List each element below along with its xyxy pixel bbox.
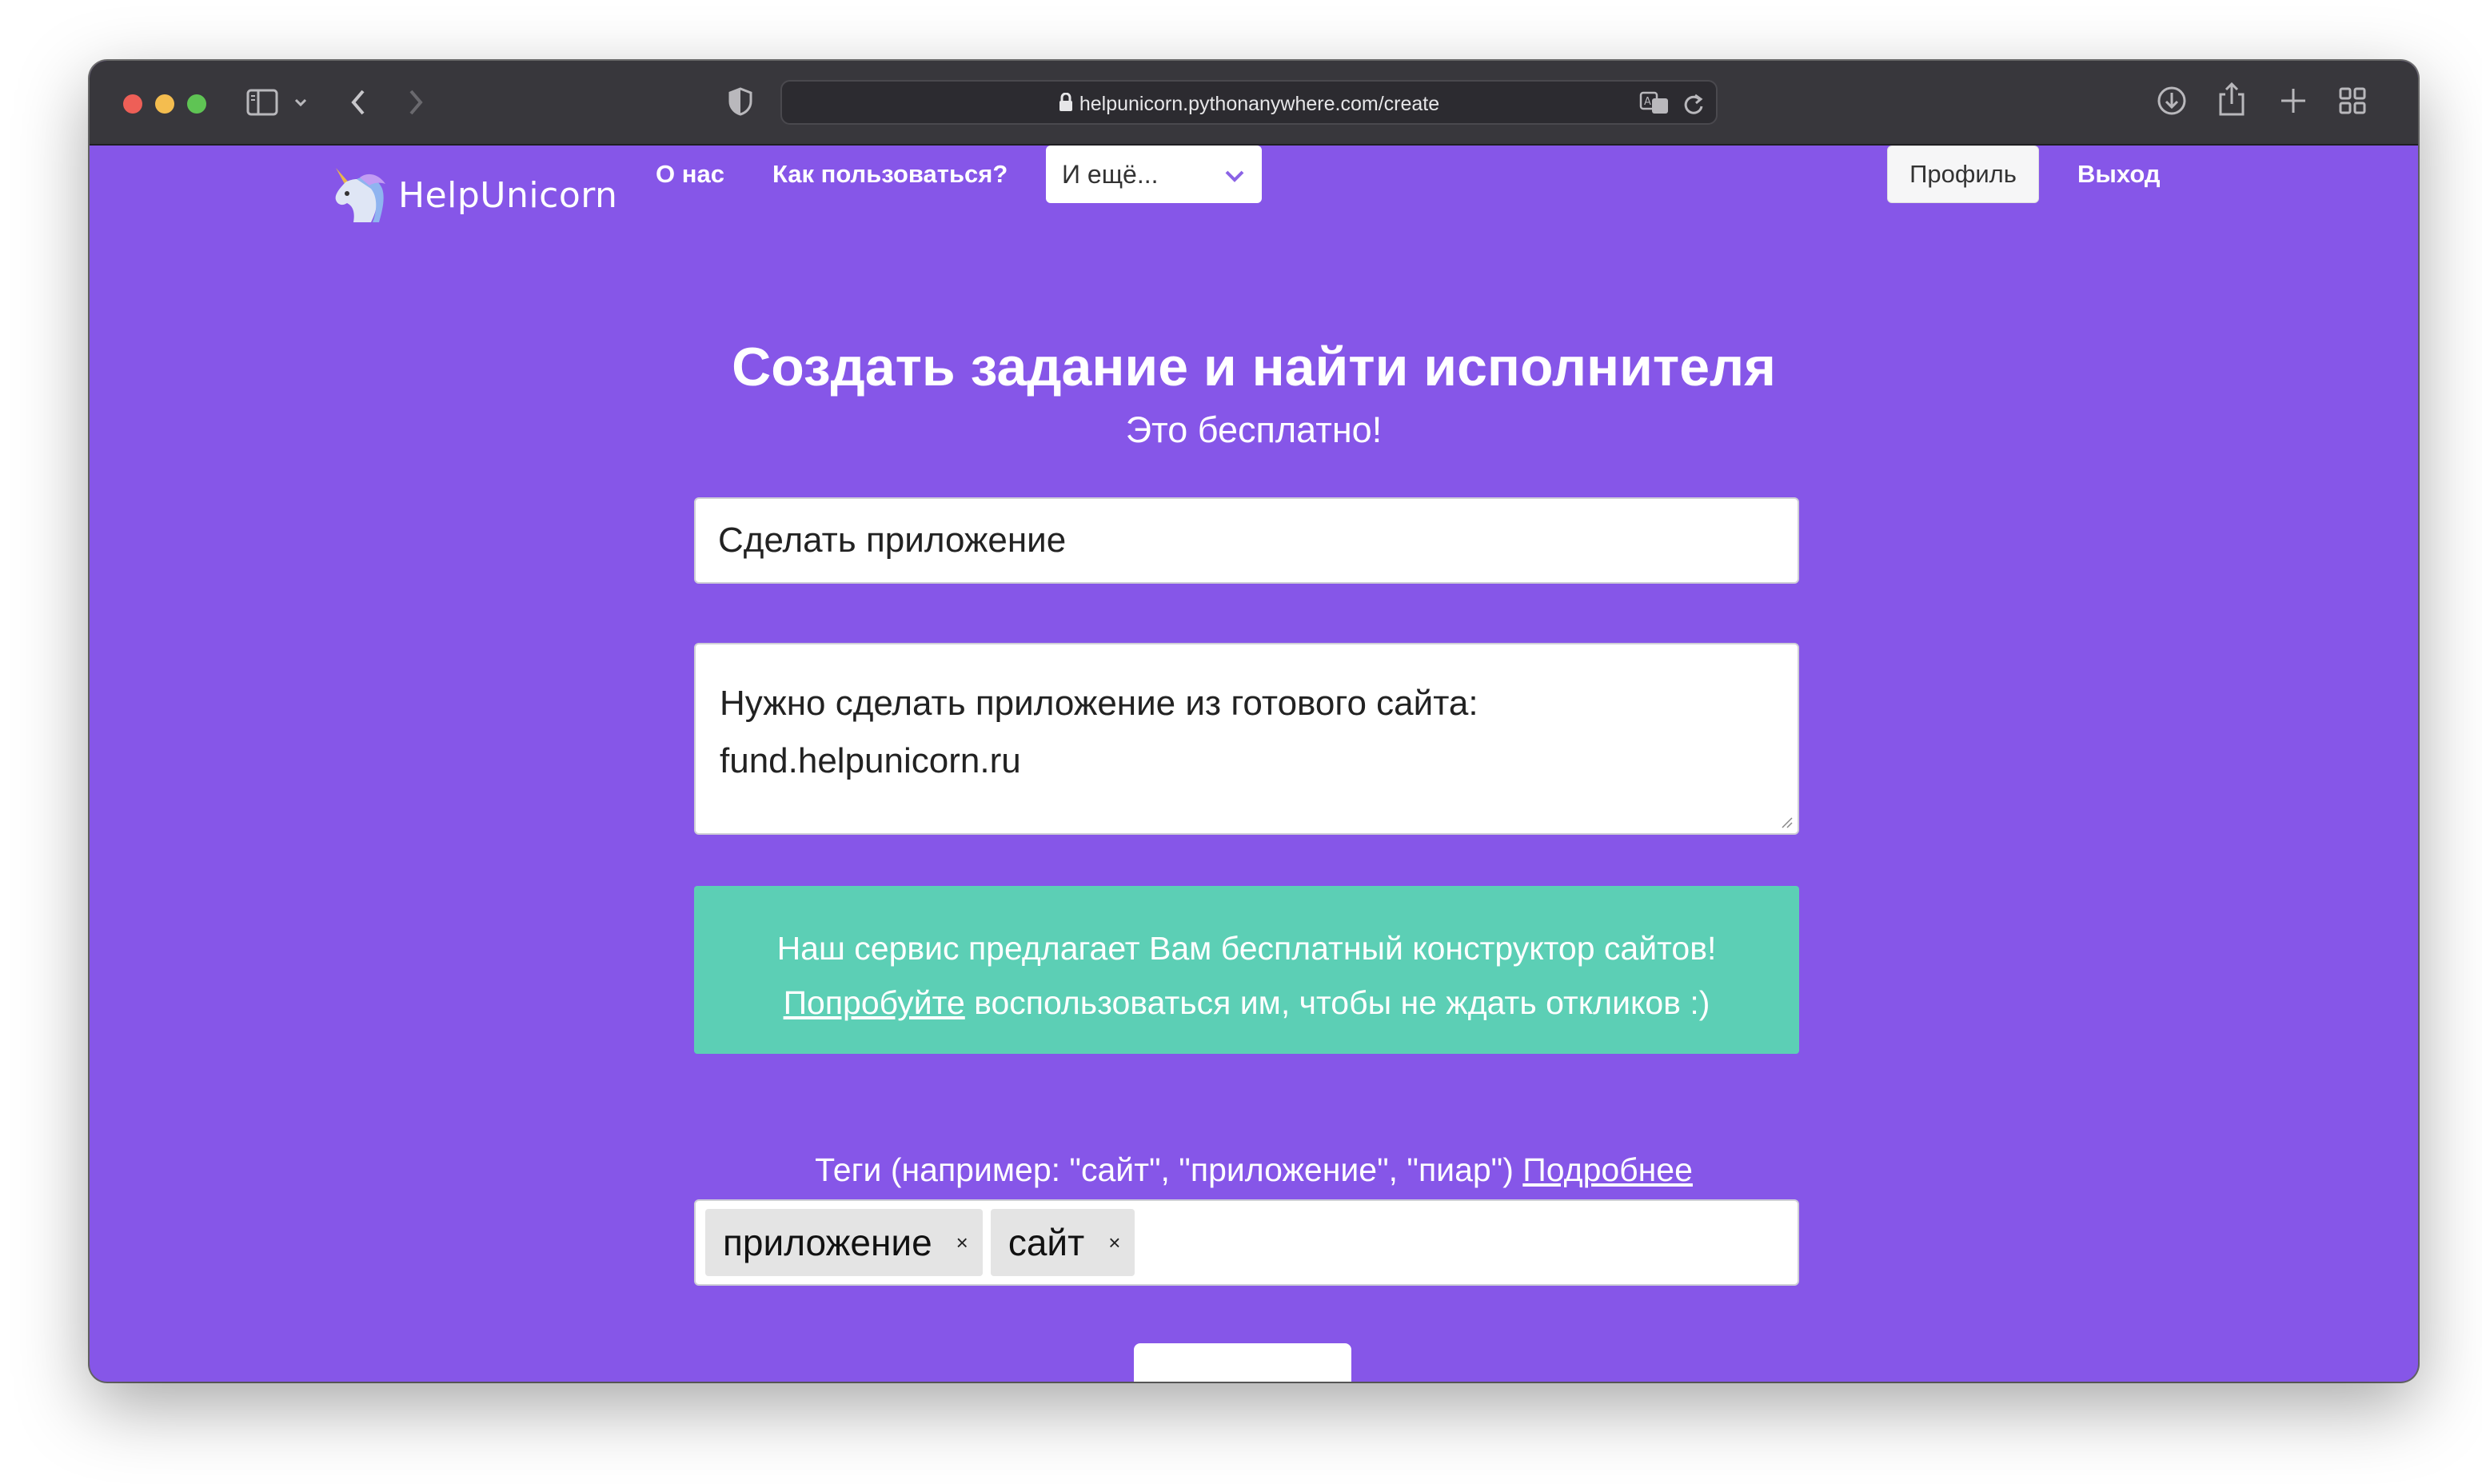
svg-text:A: A bbox=[1644, 96, 1651, 108]
browser-toolbar: helpunicorn.pythonanywhere.com/create A bbox=[90, 61, 2418, 146]
promo-line-rest: воспользоваться им, чтобы не ждать откли… bbox=[964, 984, 1710, 1021]
tags-label: Теги (например: "сайт", "приложение", "п… bbox=[90, 1151, 2418, 1189]
description-line: Нужно сделать приложение из готового сай… bbox=[720, 684, 1478, 723]
description-line: fund.helpunicorn.ru bbox=[720, 741, 1021, 780]
chevron-down-icon bbox=[1223, 160, 1246, 189]
tags-input[interactable]: приложение × сайт × bbox=[694, 1199, 1799, 1286]
promo-line: Попробуйте воспользоваться им, чтобы не … bbox=[694, 975, 1799, 1030]
browser-window: helpunicorn.pythonanywhere.com/create A bbox=[90, 61, 2418, 1382]
tab-overview-icon[interactable] bbox=[2338, 86, 2367, 115]
page-title: Создать задание и найти исполнителя bbox=[732, 337, 1776, 397]
tag-chip: сайт × bbox=[990, 1209, 1135, 1276]
forward-icon[interactable] bbox=[406, 88, 425, 117]
tags-more-link[interactable]: Подробнее bbox=[1522, 1151, 1693, 1188]
resize-handle-icon[interactable] bbox=[1780, 816, 1793, 828]
tag-label: сайт bbox=[1008, 1222, 1085, 1263]
task-title-value: Сделать приложение bbox=[718, 521, 1067, 560]
sidebar-icon[interactable] bbox=[246, 88, 278, 117]
tags-label-text: Теги (например: "сайт", "приложение", "п… bbox=[815, 1151, 1523, 1188]
brand-name: HelpUnicorn bbox=[398, 174, 618, 216]
logout-link[interactable]: Выход bbox=[2077, 160, 2161, 189]
nav-about-link[interactable]: О нас bbox=[656, 160, 724, 189]
profile-button[interactable]: Профиль bbox=[1887, 146, 2039, 203]
nav-howto-link[interactable]: Как пользоваться? bbox=[772, 160, 1008, 189]
remove-tag-icon[interactable]: × bbox=[956, 1231, 968, 1255]
page-subtitle: Это бесплатно! bbox=[1125, 409, 1383, 450]
task-title-input[interactable]: Сделать приложение bbox=[694, 497, 1799, 584]
share-icon[interactable] bbox=[2218, 82, 2245, 117]
zoom-window-button[interactable] bbox=[187, 94, 206, 114]
close-window-button[interactable] bbox=[123, 94, 142, 114]
lock-icon bbox=[1059, 92, 1073, 118]
task-description-textarea[interactable]: Нужно сделать приложение из готового сай… bbox=[694, 643, 1799, 835]
url-text: helpunicorn.pythonanywhere.com/create bbox=[1079, 93, 1440, 115]
chevron-down-icon[interactable] bbox=[294, 98, 307, 107]
tag-label: приложение bbox=[723, 1222, 932, 1263]
address-bar[interactable]: helpunicorn.pythonanywhere.com/create A bbox=[780, 80, 1718, 125]
submit-button[interactable] bbox=[1134, 1343, 1351, 1382]
downloads-icon[interactable] bbox=[2156, 85, 2188, 117]
remove-tag-icon[interactable]: × bbox=[1108, 1231, 1120, 1255]
more-select-value: И ещё... bbox=[1062, 159, 1159, 189]
tag-chip: приложение × bbox=[705, 1209, 983, 1276]
promo-try-link[interactable]: Попробуйте bbox=[784, 984, 965, 1021]
privacy-shield-icon[interactable] bbox=[728, 86, 753, 117]
translate-icon[interactable]: A bbox=[1639, 91, 1670, 115]
promo-line: Наш сервис предлагает Вам бесплатный кон… bbox=[776, 930, 1717, 967]
reload-icon[interactable] bbox=[1682, 92, 1705, 116]
unicorn-logo-icon bbox=[335, 168, 385, 222]
brand-link[interactable]: HelpUnicorn bbox=[329, 165, 617, 225]
more-select[interactable]: И ещё... bbox=[1046, 146, 1262, 203]
back-icon[interactable] bbox=[349, 88, 368, 117]
site-builder-promo: Наш сервис предлагает Вам бесплатный кон… bbox=[694, 886, 1799, 1054]
minimize-window-button[interactable] bbox=[155, 94, 174, 114]
new-tab-icon[interactable] bbox=[2279, 86, 2308, 115]
